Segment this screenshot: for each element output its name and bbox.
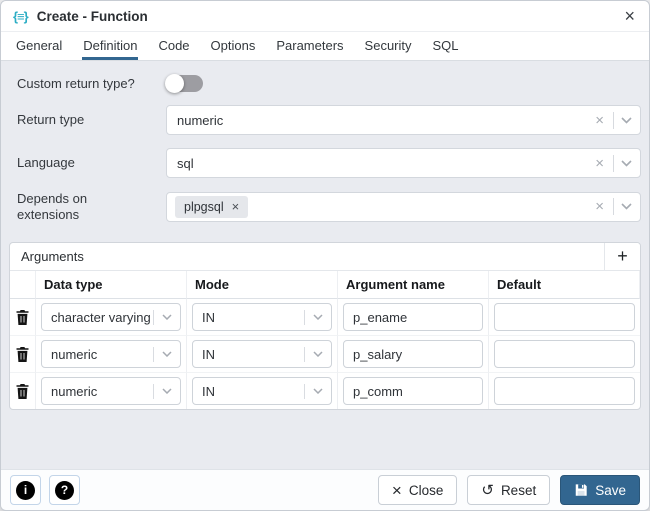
argument-name-input[interactable] [343,340,483,368]
trash-icon [16,347,29,362]
table-row-3-argument-name-cell [338,373,489,409]
table-row-1-data-type-cell: character varying [36,299,187,336]
custom-return-type-toggle[interactable] [166,75,203,92]
tab-bar: General Definition Code Options Paramete… [1,32,649,61]
column-header-mode: Mode [187,271,338,299]
plus-icon: + [617,246,628,267]
chevron-down-icon[interactable] [621,117,632,124]
delete-row-button[interactable] [16,347,29,362]
clear-icon[interactable]: × [593,113,606,128]
reset-icon: ↺ [481,483,494,498]
custom-return-type-row: Custom return type? [9,75,641,92]
reset-button[interactable]: ↺ Reset [467,475,550,505]
table-row-2-argument-name-cell [338,336,489,373]
table-row-1-default-cell [489,299,640,336]
table-row-1-mode-cell: IN [187,299,338,336]
info-icon: i [16,481,35,500]
table-row-2-mode-cell: IN [187,336,338,373]
save-icon [574,483,588,497]
function-icon: {≡} [13,9,28,24]
remove-tag-icon[interactable]: × [232,200,240,213]
close-button[interactable]: × Close [378,475,457,505]
save-button[interactable]: Save [560,475,640,505]
tab-parameters[interactable]: Parameters [275,33,344,60]
table-row-1-argument-name-cell [338,299,489,336]
depends-on-extensions-label: Depends on extensions [9,191,166,222]
return-type-value: numeric [177,113,593,128]
dialog-title: Create - Function [37,9,148,24]
data-type-select[interactable]: character varying [41,303,181,331]
chevron-down-icon [305,314,331,320]
language-value: sql [177,156,593,171]
clear-icon[interactable]: × [593,199,606,214]
return-type-combobox[interactable]: numeric × [166,105,641,135]
mode-select[interactable]: IN [192,340,332,368]
arguments-header: Arguments + [10,243,640,271]
argument-name-input[interactable] [343,303,483,331]
custom-return-type-label: Custom return type? [9,76,166,92]
dialog-help-button[interactable]: ? [49,475,80,505]
table-row-2-data-type-cell: numeric [36,336,187,373]
arguments-panel: Arguments + Data type Mode Argument name… [9,242,641,410]
dialog-footer: i ? × Close ↺ Reset Save [1,469,649,510]
table-row-3-mode-cell: IN [187,373,338,409]
sql-help-button[interactable]: i [10,475,41,505]
arguments-title: Arguments [10,243,84,270]
language-combobox[interactable]: sql × [166,148,641,178]
delete-row-button[interactable] [16,384,29,399]
tab-sql[interactable]: SQL [432,33,460,60]
tab-security[interactable]: Security [364,33,413,60]
help-icon: ? [55,481,74,500]
table-row-3-default-cell [489,373,640,409]
data-type-select[interactable]: numeric [41,377,181,405]
arguments-table: Data type Mode Argument name Default cha… [10,271,640,409]
tab-code[interactable]: Code [157,33,190,60]
delete-row-button[interactable] [16,310,29,325]
mode-select[interactable]: IN [192,303,332,331]
table-row-3-delete-cell [10,373,36,409]
return-type-label: Return type [9,112,166,128]
mode-select[interactable]: IN [192,377,332,405]
language-row: Language sql × [9,148,641,178]
language-label: Language [9,155,166,171]
close-icon: × [392,482,402,499]
dialog-titlebar: {≡} Create - Function × [1,1,649,32]
chevron-down-icon [305,388,331,394]
table-row-3-data-type-cell: numeric [36,373,187,409]
argument-name-input[interactable] [343,377,483,405]
return-type-row: Return type numeric × [9,105,641,135]
clear-icon[interactable]: × [593,156,606,171]
definition-tab-panel: Custom return type? Return type numeric … [1,61,649,469]
depends-on-extensions-combobox[interactable]: plpgsql × × [166,192,641,222]
toggle-knob [165,74,184,93]
default-value-input[interactable] [494,377,635,405]
create-function-dialog: {≡} Create - Function × General Definiti… [0,0,650,511]
table-row-1-delete-cell [10,299,36,336]
tab-general[interactable]: General [15,33,63,60]
column-header-default: Default [489,271,640,299]
chevron-down-icon [305,351,331,357]
chevron-down-icon[interactable] [621,203,632,210]
tab-definition[interactable]: Definition [82,33,138,60]
chevron-down-icon [154,388,180,394]
column-header-spacer [10,271,36,299]
table-row-2-default-cell [489,336,640,373]
extension-tag-label: plpgsql [184,200,224,214]
depends-on-extensions-row: Depends on extensions plpgsql × × [9,191,641,222]
column-header-argument-name: Argument name [338,271,489,299]
chevron-down-icon[interactable] [621,160,632,167]
trash-icon [16,310,29,325]
default-value-input[interactable] [494,303,635,331]
table-row-2-delete-cell [10,336,36,373]
chevron-down-icon [154,351,180,357]
column-header-data-type: Data type [36,271,187,299]
data-type-select[interactable]: numeric [41,340,181,368]
chevron-down-icon [154,314,180,320]
trash-icon [16,384,29,399]
add-argument-button[interactable]: + [604,243,640,270]
default-value-input[interactable] [494,340,635,368]
tab-options[interactable]: Options [210,33,257,60]
close-icon[interactable]: × [622,7,637,25]
extension-tag: plpgsql × [175,196,248,218]
